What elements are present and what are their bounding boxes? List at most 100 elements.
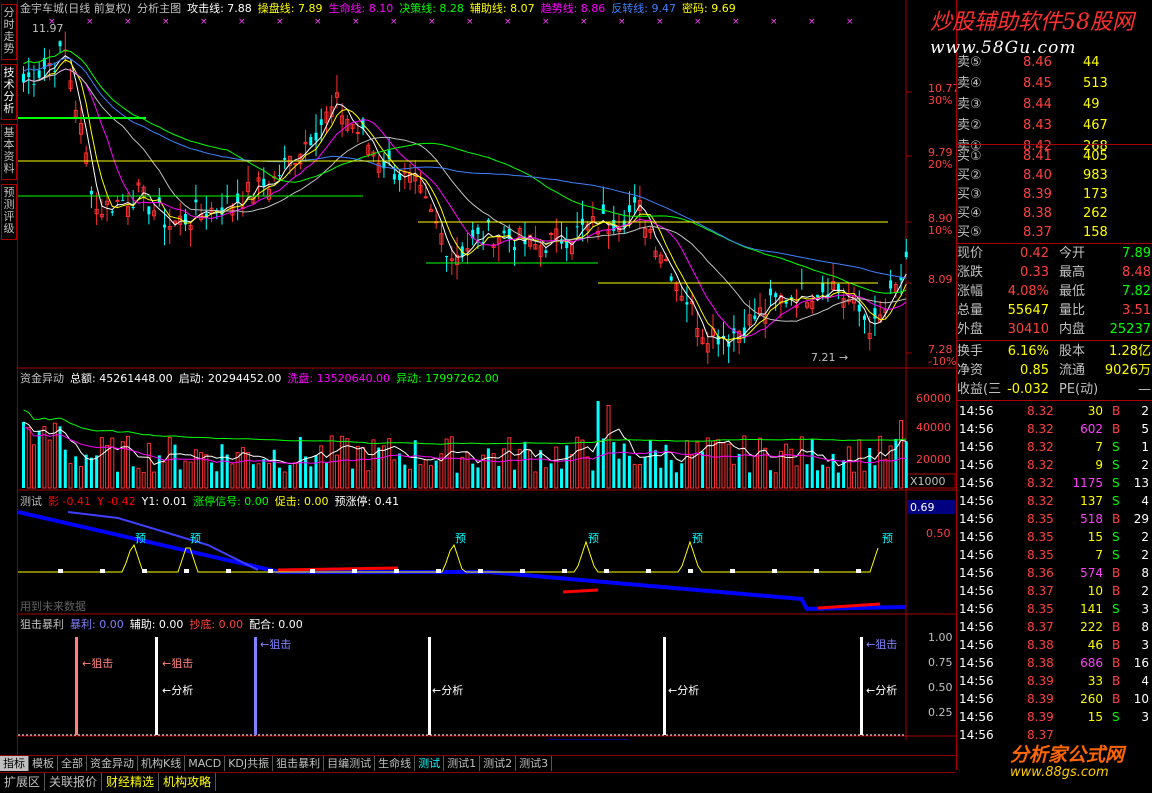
volume-bar [371, 439, 376, 489]
signal-marker: × [162, 17, 170, 27]
volume-bar [517, 448, 522, 489]
indicator-tab[interactable]: 测试2 [480, 756, 517, 771]
tick-count: 1 [1141, 440, 1149, 454]
indicator-tab[interactable]: 全部 [58, 756, 87, 771]
zj-bar [428, 637, 431, 735]
extension-tab-bar: 扩展区 关联报价 财经精选 机构攻略 [0, 772, 956, 793]
candle-body [277, 175, 281, 177]
buy-level: 买③ 8.39 173 [957, 186, 1152, 203]
volume-bar [272, 449, 276, 488]
volume-bar [288, 465, 292, 488]
extension-tab[interactable]: 财经精选 [102, 773, 160, 791]
volume-bar [784, 443, 789, 489]
indicator-tab[interactable]: 测试 [415, 756, 445, 771]
quote-label: 现价 [957, 246, 984, 261]
tick-row: 14:56 8.36 574 B 8 [957, 564, 1152, 582]
buy-volume: 173 [1083, 187, 1108, 202]
indicator-tab[interactable]: KDJ共振 [225, 756, 274, 771]
quote-row: 现价 0.42 今开 7.89 [957, 245, 1152, 263]
indicator-tab[interactable]: 测试1 [444, 756, 481, 771]
volume-bar [277, 467, 281, 488]
quote-label: 流通 [1059, 363, 1086, 378]
tab-fenshi[interactable]: 分时走势 [1, 4, 17, 60]
volume-bar [42, 425, 47, 489]
volume-bar [883, 458, 888, 489]
volume-bar [711, 440, 716, 489]
tick-volume: 260 [1080, 692, 1103, 706]
tick-count: 10 [1133, 692, 1149, 706]
quote-label: 换手 [957, 344, 984, 359]
volume-bar [74, 456, 78, 488]
indicator-tab[interactable]: 资金异动 [87, 756, 138, 771]
buy-volume: 405 [1083, 149, 1108, 164]
volume-bar [188, 461, 193, 489]
indicator-tab[interactable]: 目编测试 [324, 756, 376, 771]
volume-bar [674, 472, 678, 488]
tick-count: 8 [1141, 566, 1149, 580]
indicator-tab[interactable]: 模板 [29, 756, 58, 771]
tick-row: 14:56 8.37 222 B 8 [957, 618, 1152, 636]
ma-attack [23, 55, 907, 344]
indicator-tab[interactable]: 指标 [0, 756, 29, 771]
extension-tab[interactable]: 机构攻略 [159, 773, 217, 791]
tab-technical[interactable]: 技术分析 [1, 64, 17, 120]
tab-fundamentals[interactable]: 基本资料 [1, 124, 17, 180]
volume-bar [596, 401, 600, 488]
low-annotation: 7.21 → [811, 351, 848, 364]
volume-bar [210, 462, 214, 488]
volume-bar [351, 468, 355, 488]
volume-bar [31, 444, 36, 489]
quote-label: 涨跌 [957, 265, 984, 280]
extension-tab[interactable]: 扩展区 [0, 773, 46, 791]
chart-area[interactable]: 10.7730%9.7920%8.9010%8.097.28-10%11.977… [18, 0, 956, 740]
volume-bar [215, 471, 219, 488]
tick-count: 4 [1141, 494, 1149, 508]
candle-body [392, 174, 396, 180]
logo-88gs: 分析家公式网 [1010, 744, 1125, 766]
indicator-tab[interactable]: 机构K线 [138, 756, 186, 771]
volume-bar [392, 459, 397, 489]
tick-count: 16 [1133, 656, 1149, 670]
candle-body [502, 230, 506, 234]
tick-time: 14:56 [959, 728, 994, 742]
buy-volume: 983 [1083, 168, 1108, 183]
candle-body [544, 250, 548, 253]
tick-side: B [1112, 404, 1121, 418]
indicator-tab[interactable]: 测试3 [516, 756, 553, 771]
volume-bar [486, 448, 490, 488]
candle-body [293, 162, 298, 165]
test-dot [478, 569, 483, 573]
volume-bar [68, 462, 73, 489]
test-spike-label: 预 [190, 532, 201, 545]
volume-unit-label: X1000 [910, 475, 946, 488]
quote-label: 内盘 [1059, 322, 1086, 337]
volume-bar [565, 445, 569, 488]
buy-price: 8.37 [1023, 225, 1052, 240]
tick-price: 8.35 [1027, 530, 1054, 544]
quote-value: 3.51 [1122, 303, 1151, 318]
volume-bar [539, 450, 543, 488]
future-data-label: 用到未来数据 [20, 599, 86, 613]
volume-axis-label: 60000 [916, 392, 951, 405]
volume-bar [836, 472, 840, 488]
indicator-tab[interactable]: 生命线 [375, 756, 416, 771]
volume-bar [262, 459, 266, 488]
tick-count: 4 [1141, 674, 1149, 688]
tick-count: 29 [1133, 512, 1149, 526]
tab-rating[interactable]: 预测评级 [1, 184, 17, 240]
indicator-tab[interactable]: MACD [185, 756, 226, 771]
tick-side: S [1112, 458, 1120, 472]
test-dot [730, 569, 735, 573]
test-line-value: 涨停信号: 0.00 [193, 495, 269, 508]
buy-label: 买② [957, 168, 982, 183]
tick-count: 2 [1141, 458, 1149, 472]
volume-bar [173, 444, 177, 488]
volume-bar [355, 445, 360, 489]
candle-body [513, 247, 517, 251]
indicator-tab[interactable]: 狙击暴利 [273, 756, 325, 771]
tick-volume: 9 [1095, 458, 1103, 472]
main-line-value: 攻击线: 7.88 [187, 2, 252, 15]
extension-tab[interactable]: 关联报价 [45, 773, 103, 791]
volume-bar [476, 467, 480, 488]
volume-bar [758, 437, 763, 489]
